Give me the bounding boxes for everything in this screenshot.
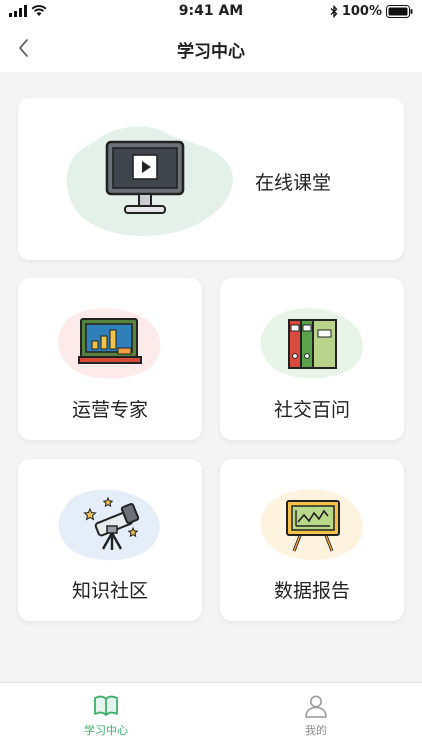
knowledge-community-card[interactable]: 知识社区 [18,459,202,621]
data-report-card[interactable]: 数据报告 [220,459,404,621]
tab-mine[interactable]: 我的 [266,693,366,738]
nav-bar: 学习中心 [0,24,422,72]
books-icon [288,319,337,369]
open-book-icon [94,695,118,716]
page-title: 学习中心 [177,42,245,62]
knowledge-community-label: 知识社区 [71,580,148,602]
battery-icon [386,5,413,18]
tab-bar: 学习中心 我的 [0,682,422,751]
social-encyclopedia-card[interactable]: 社交百问 [220,278,404,440]
online-class-label: 在线课堂 [255,172,332,194]
chalkboard-chart-icon [78,318,142,364]
operations-expert-card[interactable]: 运营专家 [18,278,202,440]
status-bar: 9:41 AM 100% [0,0,422,24]
monitor-play-icon [105,140,185,214]
battery-percent: 100% [341,4,382,19]
online-class-card[interactable]: 在线课堂 [18,98,404,260]
telescope-icon [83,497,140,550]
tab-mine-label: 我的 [305,724,327,737]
bluetooth-icon [330,5,338,18]
data-report-label: 数据报告 [273,580,350,602]
social-encyclopedia-label: 社交百问 [273,399,350,421]
tab-study-center[interactable]: 学习中心 [56,693,156,738]
user-icon [305,695,327,718]
operations-expert-label: 运营专家 [71,399,148,421]
tab-study-center-label: 学习中心 [84,724,128,737]
easel-chart-icon [286,500,340,552]
